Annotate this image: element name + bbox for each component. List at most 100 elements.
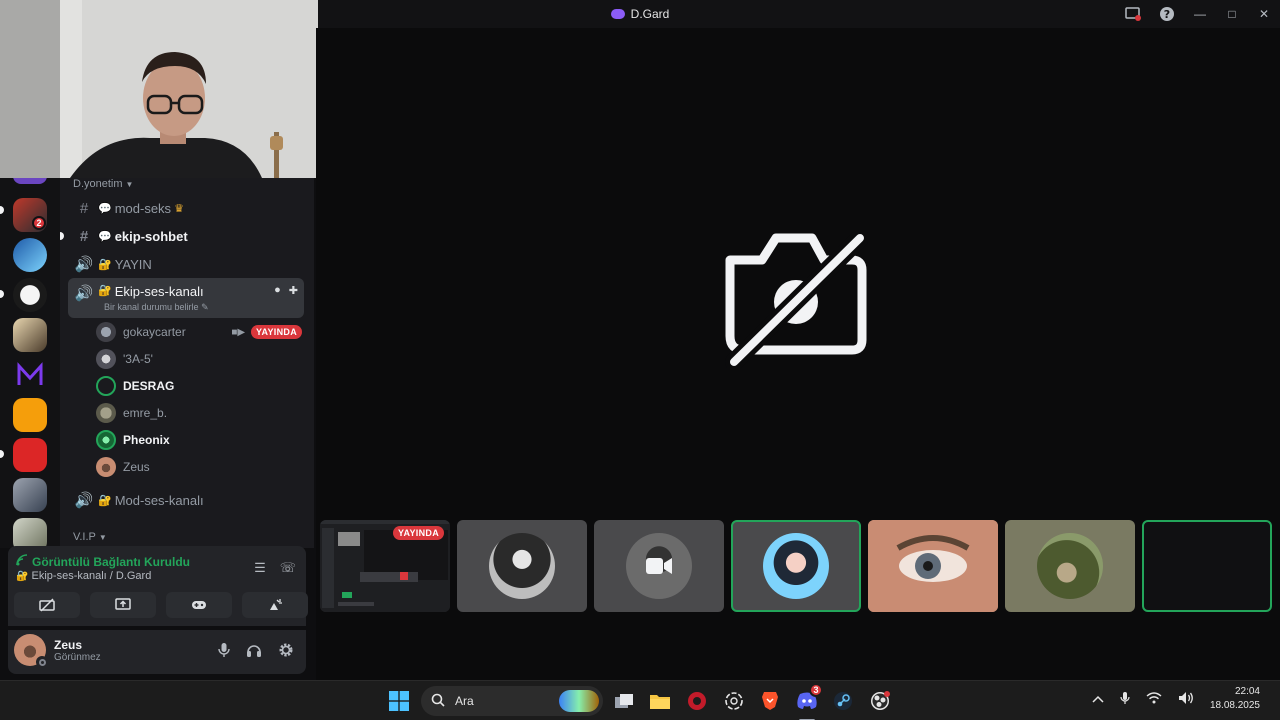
pencil-icon: ✎	[201, 302, 209, 312]
chevron-up-icon[interactable]	[1092, 692, 1104, 706]
brave-browser-icon[interactable]	[758, 689, 782, 713]
microphone-tray-icon[interactable]	[1120, 691, 1130, 708]
screen-share-icon	[115, 598, 131, 610]
taskbar-search[interactable]: Ara	[421, 686, 603, 716]
channel-list: D.yonetim ▼ # 💬 mod-seks ♛ # 💬 ekip-sohb…	[60, 178, 314, 548]
discord-taskbar-icon[interactable]: 3	[795, 683, 823, 720]
participant-tile[interactable]	[457, 520, 587, 612]
avatar	[626, 533, 692, 599]
participant-tile-stream[interactable]: YAYINDA	[320, 520, 450, 612]
live-badge: YAYINDA	[393, 526, 444, 540]
eye-avatar	[868, 520, 998, 612]
chatgpt-icon[interactable]	[722, 689, 746, 713]
minimize-icon[interactable]: —	[1184, 0, 1216, 28]
invite-user-icon[interactable]: ✚	[289, 284, 298, 297]
server-icon-uzay[interactable]	[13, 278, 47, 312]
clock-date: 18.08.2025	[1209, 700, 1260, 711]
participant-tile[interactable]	[868, 520, 998, 612]
channel-actions: ● ✚	[274, 284, 298, 297]
volume-icon[interactable]	[1178, 691, 1194, 708]
member-item[interactable]: emre_b.	[96, 401, 302, 425]
inbox-icon[interactable]	[1116, 0, 1150, 28]
screen-share-button[interactable]	[90, 592, 156, 618]
window-title-text: D.Gard	[630, 7, 670, 21]
speaker-icon: 🔊	[74, 256, 94, 273]
chat-icon[interactable]: ●	[274, 284, 281, 297]
voice-connection-panel: Görüntülü Bağlantı Kuruldu 🔐 Ekip-ses-ka…	[8, 546, 308, 626]
avatar	[96, 349, 116, 369]
channel-yayin[interactable]: 🔊 🔐 YAYIN	[68, 250, 304, 278]
file-explorer-icon[interactable]	[648, 689, 672, 713]
speaker-icon: 🔊	[74, 285, 94, 302]
camera-off-button[interactable]	[14, 592, 80, 618]
channel-label: mod-seks	[114, 200, 172, 216]
voice-status-text: Görüntülü Bağlantı Kuruldu	[32, 554, 190, 569]
server-icon-red[interactable]	[13, 438, 47, 472]
user-panel: Zeus Görünmez	[8, 630, 306, 674]
server-unread-indicator	[0, 450, 4, 458]
channel-ekip-sohbet[interactable]: # 💬 ekip-sohbet	[68, 222, 304, 250]
taskbar-clock[interactable]: 22:04 18.08.2025	[1210, 685, 1260, 713]
app-red-icon[interactable]	[685, 689, 709, 713]
member-item[interactable]: DESRAG	[96, 374, 302, 398]
participant-tiles: YAYINDA	[320, 520, 1272, 612]
participant-tile[interactable]	[594, 520, 724, 612]
channel-ekip-ses-kanali[interactable]: 🔊 🔐 Ekip-ses-kanalı Bir kanal durumu bel…	[68, 278, 304, 318]
participant-tile-speaking[interactable]	[731, 520, 861, 612]
member-item[interactable]: Zeus	[96, 455, 302, 479]
noise-suppression-icon[interactable]: ☰	[254, 560, 266, 576]
participant-tile[interactable]	[1005, 520, 1135, 612]
server-icon-d[interactable]	[13, 398, 47, 432]
channel-label: YAYIN	[114, 256, 152, 272]
server-mention-badge: 2	[32, 216, 46, 230]
gear-icon[interactable]	[278, 642, 294, 661]
channel-status-placeholder[interactable]: Bir kanal durumu belirle ✎	[104, 302, 209, 313]
member-name: '3A-5'	[123, 352, 153, 366]
activities-button[interactable]	[166, 592, 232, 618]
server-icon-lt[interactable]	[13, 238, 47, 272]
gamepad-icon	[192, 601, 206, 609]
member-item[interactable]: '3A-5'	[96, 347, 302, 371]
member-item[interactable]: gokaycarter ■▶ YAYINDA	[96, 320, 302, 344]
disconnect-icon[interactable]: ☏	[280, 560, 296, 576]
camera-off-icon	[39, 598, 55, 612]
close-icon[interactable]: ✕	[1248, 0, 1280, 28]
avatar	[1037, 533, 1103, 599]
microphone-icon[interactable]	[218, 642, 230, 661]
channel-label: ekip-sohbet	[114, 228, 188, 244]
soundboard-icon	[270, 599, 282, 610]
category-label: V.I.P	[73, 531, 96, 543]
user-controls	[218, 642, 294, 661]
search-icon	[431, 693, 445, 710]
wifi-icon[interactable]	[1146, 691, 1162, 707]
category-yonetim[interactable]: D.yonetim ▼	[73, 178, 133, 190]
obs-icon[interactable]	[868, 689, 892, 713]
category-label: D.yonetim	[73, 178, 123, 190]
soundboard-button[interactable]	[242, 592, 308, 618]
steam-icon[interactable]	[831, 689, 855, 713]
user-name: Zeus	[54, 638, 83, 652]
channel-label: Ekip-ses-kanalı	[114, 284, 204, 299]
speaker-icon: 🔊	[74, 492, 94, 509]
lock-icon: 🔐	[98, 258, 112, 271]
maximize-icon[interactable]: □	[1216, 0, 1248, 28]
server-icon-m[interactable]	[13, 358, 47, 392]
member-item[interactable]: Pheonix	[96, 428, 302, 452]
live-badge: YAYINDA	[251, 325, 302, 339]
member-name: emre_b.	[123, 406, 168, 420]
channel-mod-seks[interactable]: # 💬 mod-seks ♛	[68, 194, 304, 222]
headphones-icon[interactable]	[246, 642, 262, 661]
avatar	[96, 403, 116, 423]
help-icon[interactable]: ?	[1150, 0, 1184, 28]
participant-tile-speaking[interactable]	[1142, 520, 1272, 612]
channel-mod-ses-kanali[interactable]: 🔊 🔐 Mod-ses-kanalı	[68, 486, 304, 514]
server-icon-wolf[interactable]	[13, 478, 47, 512]
voice-channel-link[interactable]: 🔐 Ekip-ses-kanalı / D.Gard	[16, 570, 151, 582]
windows-start-icon[interactable]	[387, 689, 411, 713]
task-view-icon[interactable]	[612, 689, 636, 713]
category-vip[interactable]: V.I.P ▼	[73, 531, 107, 543]
title-bar-controls: ? — □ ✕	[1116, 0, 1280, 28]
server-icon-anime[interactable]	[13, 318, 47, 352]
lock-icon: 🔐	[98, 285, 112, 297]
camera-icon: ■▶	[231, 326, 246, 338]
